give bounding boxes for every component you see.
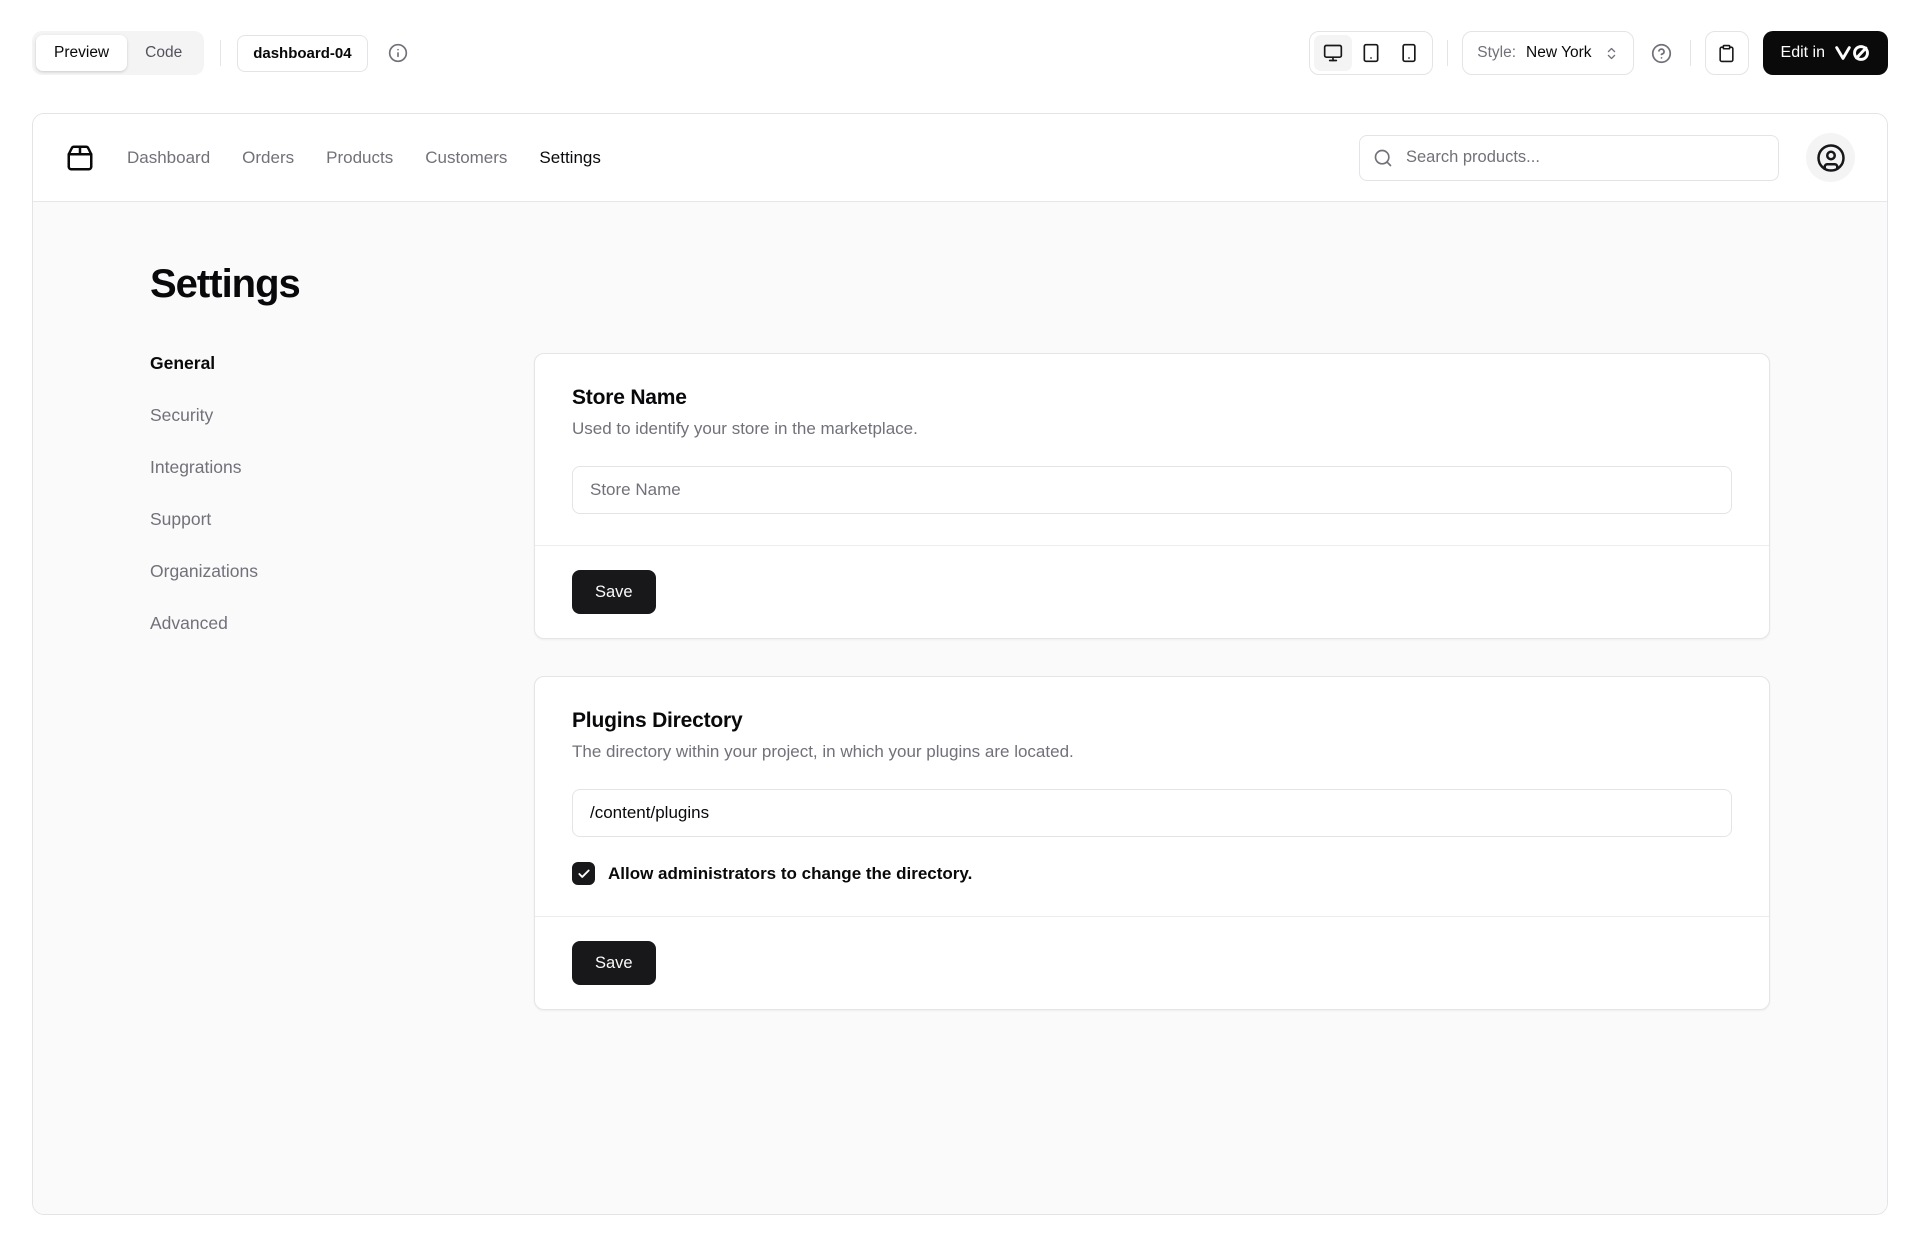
v0-logo-icon xyxy=(1834,44,1870,62)
divider xyxy=(1447,40,1449,66)
edit-in-v0-button[interactable]: Edit in xyxy=(1762,31,1888,75)
check-icon xyxy=(577,869,590,878)
plugins-directory-input[interactable] xyxy=(572,789,1732,837)
info-icon[interactable] xyxy=(384,39,412,67)
divider xyxy=(220,40,222,66)
allow-admins-row: Allow administrators to change the direc… xyxy=(572,862,1732,885)
circle-user-icon xyxy=(1816,143,1845,172)
smartphone-icon xyxy=(1402,43,1416,63)
sidebar-item-organizations[interactable]: Organizations xyxy=(150,561,460,582)
tab-preview[interactable]: Preview xyxy=(36,35,128,71)
style-select[interactable]: Style: New York xyxy=(1462,31,1634,75)
view-mode-tabs: Preview Code xyxy=(32,31,205,75)
chevrons-up-down-icon xyxy=(1604,46,1619,61)
nav-item-settings[interactable]: Settings xyxy=(539,148,600,168)
divider xyxy=(1689,40,1691,66)
settings-sidebar: General Security Integrations Support Or… xyxy=(150,353,460,634)
edit-in-v0-label: Edit in xyxy=(1780,44,1825,61)
device-toggle-group xyxy=(1309,31,1434,75)
nav-item-orders[interactable]: Orders xyxy=(242,148,294,168)
dashboard-main: Settings General Security Integrations S… xyxy=(33,202,1887,1214)
help-circle-icon[interactable] xyxy=(1648,39,1676,67)
style-select-label: Style: xyxy=(1477,44,1517,61)
sidebar-item-general[interactable]: General xyxy=(150,353,460,374)
sidebar-item-security[interactable]: Security xyxy=(150,405,460,426)
main-nav: Dashboard Orders Products Customers Sett… xyxy=(127,148,633,168)
store-name-card: Store Name Used to identify your store i… xyxy=(534,353,1770,639)
card-description: Used to identify your store in the marke… xyxy=(572,419,918,438)
save-button[interactable]: Save xyxy=(572,941,656,985)
copy-code-button[interactable] xyxy=(1704,31,1749,75)
tablet-icon xyxy=(1363,43,1379,63)
monitor-icon xyxy=(1324,44,1343,62)
page-title: Settings xyxy=(150,262,301,306)
block-name-badge: dashboard-04 xyxy=(237,34,368,72)
sidebar-item-support[interactable]: Support xyxy=(150,509,460,530)
tablet-view-button[interactable] xyxy=(1352,35,1390,71)
dashboard-header: Dashboard Orders Products Customers Sett… xyxy=(33,114,1887,202)
desktop-view-button[interactable] xyxy=(1314,35,1353,71)
nav-item-dashboard[interactable]: Dashboard xyxy=(127,148,210,168)
search-icon xyxy=(1373,148,1393,168)
allow-admins-checkbox[interactable] xyxy=(572,862,595,885)
nav-item-customers[interactable]: Customers xyxy=(425,148,507,168)
mobile-view-button[interactable] xyxy=(1390,35,1428,71)
store-name-input[interactable] xyxy=(572,466,1732,514)
preview-toolbar: Preview Code dashboard-04 Style: New Yor… xyxy=(32,31,1888,75)
tab-code[interactable]: Code xyxy=(127,35,200,71)
card-description: The directory within your project, in wh… xyxy=(572,742,1074,761)
user-menu-button[interactable] xyxy=(1806,133,1855,182)
sidebar-item-integrations[interactable]: Integrations xyxy=(150,457,460,478)
card-title: Store Name xyxy=(572,386,687,409)
package-icon xyxy=(67,144,93,170)
search-input[interactable] xyxy=(1359,134,1779,181)
save-button[interactable]: Save xyxy=(572,570,656,614)
clipboard-icon xyxy=(1719,44,1734,62)
card-title: Plugins Directory xyxy=(572,709,743,732)
nav-item-products[interactable]: Products xyxy=(326,148,393,168)
allow-admins-label[interactable]: Allow administrators to change the direc… xyxy=(608,864,972,884)
sidebar-item-advanced[interactable]: Advanced xyxy=(150,613,460,634)
style-select-value: New York xyxy=(1526,44,1592,61)
block-preview-frame: Dashboard Orders Products Customers Sett… xyxy=(32,113,1888,1215)
plugins-directory-card: Plugins Directory The directory within y… xyxy=(534,676,1770,1010)
search-field-wrapper xyxy=(1359,134,1779,181)
brand-logo-link[interactable] xyxy=(65,143,95,173)
